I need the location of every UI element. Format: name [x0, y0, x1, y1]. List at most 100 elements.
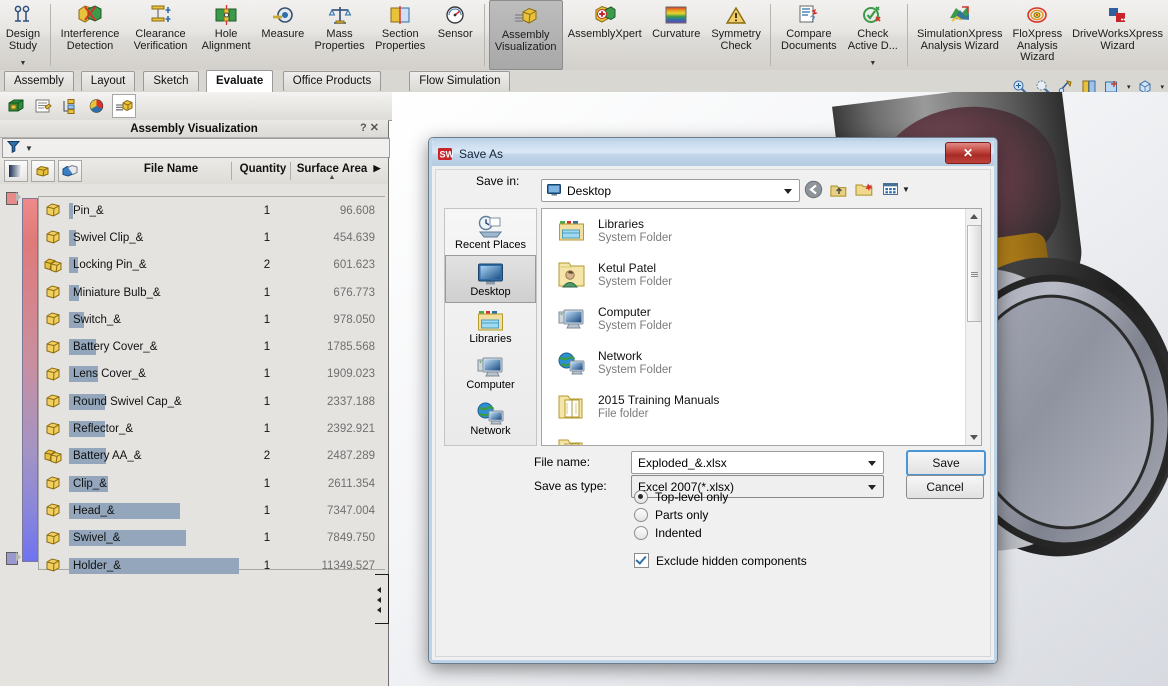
view-orientation-caret-icon[interactable]: ▾ — [1127, 83, 1131, 91]
column-header-file-name[interactable]: File Name — [131, 163, 211, 175]
place-computer[interactable]: Computer — [445, 349, 536, 395]
ribbon-button-compare-documents[interactable]: ?Compare Documents — [775, 0, 842, 70]
display-style-caret-icon[interactable]: ▾ — [1160, 83, 1164, 91]
radio-button[interactable] — [634, 508, 648, 522]
checkbox-box[interactable] — [634, 553, 649, 568]
component-row[interactable]: Switch_&1978.050 — [39, 306, 385, 333]
ribbon-dropdown-caret-icon[interactable]: ▼ — [20, 60, 27, 67]
feature-manager-tool[interactable] — [4, 94, 28, 118]
file-list-item[interactable]: ComputerSystem Folder — [542, 297, 981, 341]
cancel-button[interactable]: Cancel — [906, 475, 984, 499]
radio-parts-only[interactable]: Parts only — [634, 506, 728, 524]
tab-sketch[interactable]: Sketch — [143, 71, 198, 91]
radio-indented[interactable]: Indented — [634, 524, 728, 542]
views-caret-icon[interactable]: ▼ — [902, 185, 910, 194]
radio-button[interactable] — [634, 526, 648, 540]
component-row[interactable]: Battery Cover_&11785.568 — [39, 333, 385, 360]
place-desktop[interactable]: Desktop — [445, 255, 536, 303]
new-folder-icon[interactable] — [855, 180, 874, 199]
filter-row[interactable]: ▼ — [2, 138, 390, 158]
configuration-manager-tool[interactable] — [58, 94, 82, 118]
ribbon-button-design-study[interactable]: Design Study▼ — [0, 0, 46, 70]
tab-evaluate[interactable]: Evaluate — [206, 70, 273, 94]
gradient-top-handle[interactable] — [6, 192, 21, 203]
file-list-item[interactable]: LibrariesSystem Folder — [542, 209, 981, 253]
save-as-type-chevron-down-icon[interactable] — [868, 485, 876, 490]
file-list-item[interactable]: Ketul PatelSystem Folder — [542, 253, 981, 297]
assembly-mode-icon[interactable] — [58, 160, 82, 182]
dialog-title-bar[interactable]: SW Save As ✕ — [432, 141, 994, 166]
radio-button[interactable] — [634, 490, 648, 504]
ribbon-button-hole-alignment[interactable]: Hole Alignment — [196, 0, 257, 70]
file-list-scrollbar[interactable] — [965, 209, 981, 445]
next-column-arrow-icon[interactable]: ▶ — [370, 163, 384, 174]
component-value: 7347.004 — [289, 505, 385, 517]
ribbon-button-section-properties[interactable]: Section Properties — [370, 0, 431, 70]
value-gradient-bar[interactable] — [22, 198, 38, 562]
ribbon-button-check-active-d[interactable]: Check Active D...▼ — [842, 0, 903, 70]
component-row[interactable]: Locking Pin_&2601.623 — [39, 252, 385, 279]
component-row[interactable]: Swivel Clip_&1454.639 — [39, 224, 385, 251]
close-icon[interactable]: ✕ — [370, 122, 382, 134]
ribbon-button-clearance-verification[interactable]: Clearance Verification — [125, 0, 195, 70]
gradient-mode-icon[interactable] — [4, 160, 28, 182]
component-row[interactable]: Pin_&196.608 — [39, 197, 385, 224]
filter-icon[interactable] — [7, 140, 20, 156]
chevron-down-icon[interactable] — [784, 189, 792, 194]
file-name-input[interactable]: Exploded_&.xlsx — [631, 451, 884, 474]
column-header-quantity[interactable]: Quantity — [236, 163, 290, 175]
place-recent-places[interactable]: Recent Places — [445, 209, 536, 255]
component-row[interactable]: Lens Cover_&11909.023 — [39, 361, 385, 388]
ribbon-button-assemblyxpert[interactable]: AssemblyXpert — [563, 0, 647, 70]
gradient-bottom-handle[interactable] — [6, 552, 21, 563]
ribbon-button-assembly-visualization[interactable]: Assembly Visualization — [489, 0, 563, 70]
ribbon-button-mass-properties[interactable]: Mass Properties — [309, 0, 370, 70]
component-row[interactable]: Round Swivel Cap_&12337.188 — [39, 388, 385, 415]
tab-office-products[interactable]: Office Products — [283, 71, 381, 91]
ribbon-button-interference-detection[interactable]: Interference Detection — [55, 0, 125, 70]
component-row[interactable]: Holder_&111349.527 — [39, 552, 385, 579]
component-row[interactable]: Battery AA_&22487.289 — [39, 443, 385, 470]
ribbon-button-symmetry-check[interactable]: Symmetry Check — [706, 0, 767, 70]
component-row[interactable]: Head_&17347.004 — [39, 497, 385, 524]
ribbon-dropdown-caret-icon[interactable]: ▼ — [869, 60, 876, 67]
scroll-down-button[interactable] — [966, 430, 981, 445]
component-row[interactable]: Swivel_&17849.750 — [39, 525, 385, 552]
property-manager-tool[interactable] — [31, 94, 55, 118]
display-manager-tool[interactable] — [85, 94, 109, 118]
component-row[interactable]: Clip_&12611.354 — [39, 470, 385, 497]
file-name-chevron-down-icon[interactable] — [868, 461, 876, 466]
tab-assembly[interactable]: Assembly — [4, 71, 74, 91]
component-row[interactable]: Reflector_&12392.921 — [39, 415, 385, 442]
assembly-visualization-tool[interactable] — [112, 94, 136, 118]
back-icon[interactable] — [804, 180, 823, 199]
file-list-item[interactable]: f221221221 — [542, 429, 981, 446]
component-row[interactable]: Miniature Bulb_&1676.773 — [39, 279, 385, 306]
place-network[interactable]: Network — [445, 395, 536, 441]
file-list-item[interactable]: NetworkSystem Folder — [542, 341, 981, 385]
file-list-item[interactable]: 2015 Training ManualsFile folder — [542, 385, 981, 429]
ribbon-button-floxpress-analysis-wizard[interactable]: FloXpress Analysis Wizard — [1008, 0, 1068, 70]
scrollbar-thumb[interactable] — [967, 225, 982, 322]
scroll-up-button[interactable] — [966, 209, 981, 224]
views-icon[interactable] — [882, 180, 901, 199]
close-icon[interactable]: ✕ — [945, 142, 991, 164]
ribbon-button-sensor[interactable]: Sensor — [431, 0, 480, 70]
place-libraries[interactable]: Libraries — [445, 303, 536, 349]
exclude-hidden-components-checkbox[interactable]: Exclude hidden components — [634, 553, 807, 568]
help-icon[interactable]: ? — [360, 122, 370, 134]
ribbon-button-curvature[interactable]: Curvature — [647, 0, 706, 70]
ribbon-button-measure[interactable]: Measure — [256, 0, 309, 70]
save-in-dropdown[interactable]: Desktop — [541, 179, 800, 202]
ribbon-button-driveworksxpress-wizard[interactable]: DriveWorksXpress Wizard — [1067, 0, 1168, 70]
ribbon-button-simulationxpress-analysis-wizard[interactable]: SimulationXpress Analysis Wizard — [912, 0, 1008, 70]
radio-top-level-only[interactable]: Top-level only — [634, 488, 728, 506]
part-mode-icon[interactable] — [31, 160, 55, 182]
tab-flow-simulation[interactable]: Flow Simulation — [409, 71, 510, 91]
up-folder-icon[interactable] — [829, 180, 848, 199]
file-list[interactable]: LibrariesSystem FolderKetul PatelSystem … — [541, 208, 982, 446]
save-button[interactable]: Save — [906, 450, 986, 476]
tab-layout[interactable]: Layout — [81, 71, 136, 91]
panel-splitter-handle[interactable] — [375, 574, 389, 624]
filter-dropdown-caret-icon[interactable]: ▼ — [25, 144, 33, 153]
